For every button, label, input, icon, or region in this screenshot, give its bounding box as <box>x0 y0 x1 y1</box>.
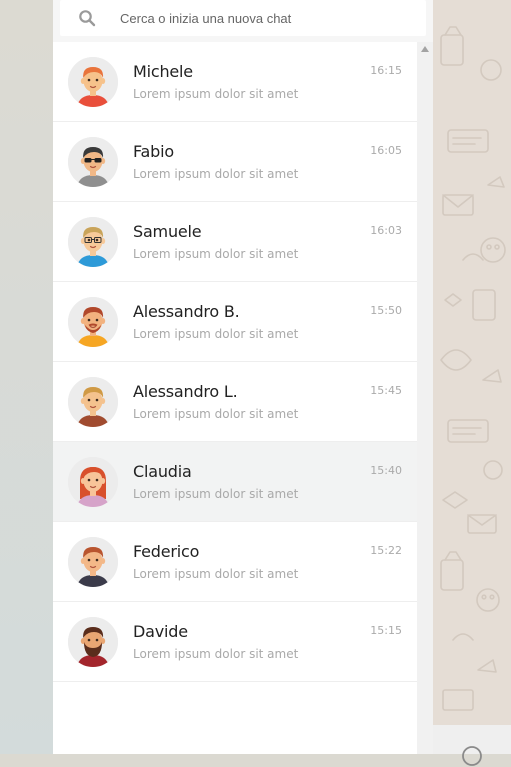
chat-list-item[interactable]: Alessandro B. Lorem ipsum dolor sit amet… <box>53 282 417 362</box>
contact-name: Federico <box>133 542 200 561</box>
wallpaper-doodle-pattern <box>440 26 506 711</box>
avatar-illustration <box>68 537 118 587</box>
contact-name: Fabio <box>133 142 174 161</box>
avatar-illustration <box>68 217 118 267</box>
chat-sidebar: Michele Lorem ipsum dolor sit amet 16:15… <box>53 0 433 754</box>
scroll-up-arrow-icon[interactable] <box>421 46 429 52</box>
chat-list: Michele Lorem ipsum dolor sit amet 16:15… <box>53 42 417 682</box>
last-message-time: 16:15 <box>370 64 402 77</box>
search-bar <box>53 0 433 42</box>
contact-avatar <box>68 457 118 507</box>
contact-name: Alessandro L. <box>133 382 238 401</box>
contact-avatar <box>68 137 118 187</box>
avatar-illustration <box>68 297 118 347</box>
last-message-preview: Lorem ipsum dolor sit amet <box>133 327 299 341</box>
last-message-time: 15:45 <box>370 384 402 397</box>
scrollbar[interactable] <box>417 42 433 754</box>
last-message-preview: Lorem ipsum dolor sit amet <box>133 167 299 181</box>
conversation-footer <box>433 725 511 766</box>
search-icon[interactable] <box>78 9 96 27</box>
last-message-time: 15:40 <box>370 464 402 477</box>
chat-list-item[interactable]: Michele Lorem ipsum dolor sit amet 16:15 <box>53 42 417 122</box>
search-input[interactable] <box>120 0 410 36</box>
contact-avatar <box>68 617 118 667</box>
avatar-illustration <box>68 617 118 667</box>
last-message-preview: Lorem ipsum dolor sit amet <box>133 647 299 661</box>
emoji-icon[interactable] <box>461 745 483 767</box>
chat-list-item[interactable]: Davide Lorem ipsum dolor sit amet 15:15 <box>53 602 417 682</box>
chat-list-item[interactable]: Fabio Lorem ipsum dolor sit amet 16:05 <box>53 122 417 202</box>
contact-name: Davide <box>133 622 188 641</box>
last-message-time: 15:50 <box>370 304 402 317</box>
avatar-illustration <box>68 377 118 427</box>
contact-avatar <box>68 297 118 347</box>
contact-avatar <box>68 537 118 587</box>
contact-name: Claudia <box>133 462 192 481</box>
last-message-time: 16:05 <box>370 144 402 157</box>
contact-name: Samuele <box>133 222 202 241</box>
last-message-preview: Lorem ipsum dolor sit amet <box>133 407 299 421</box>
contact-avatar <box>68 377 118 427</box>
last-message-time: 15:15 <box>370 624 402 637</box>
chat-list-item[interactable]: Alessandro L. Lorem ipsum dolor sit amet… <box>53 362 417 442</box>
last-message-preview: Lorem ipsum dolor sit amet <box>133 487 299 501</box>
conversation-wallpaper <box>433 0 511 725</box>
search-box[interactable] <box>60 0 426 36</box>
last-message-time: 15:22 <box>370 544 402 557</box>
chat-list-item[interactable]: Federico Lorem ipsum dolor sit amet 15:2… <box>53 522 417 602</box>
last-message-preview: Lorem ipsum dolor sit amet <box>133 87 299 101</box>
contact-name: Michele <box>133 62 193 81</box>
contact-avatar <box>68 217 118 267</box>
app-background-left <box>0 0 53 754</box>
avatar-illustration <box>68 57 118 107</box>
avatar-illustration <box>68 137 118 187</box>
last-message-preview: Lorem ipsum dolor sit amet <box>133 567 299 581</box>
last-message-preview: Lorem ipsum dolor sit amet <box>133 247 299 261</box>
contact-name: Alessandro B. <box>133 302 240 321</box>
chat-list-item[interactable]: Claudia Lorem ipsum dolor sit amet 15:40 <box>53 442 417 522</box>
last-message-time: 16:03 <box>370 224 402 237</box>
chat-list-item[interactable]: Samuele Lorem ipsum dolor sit amet 16:03 <box>53 202 417 282</box>
avatar-illustration <box>68 457 118 507</box>
contact-avatar <box>68 57 118 107</box>
